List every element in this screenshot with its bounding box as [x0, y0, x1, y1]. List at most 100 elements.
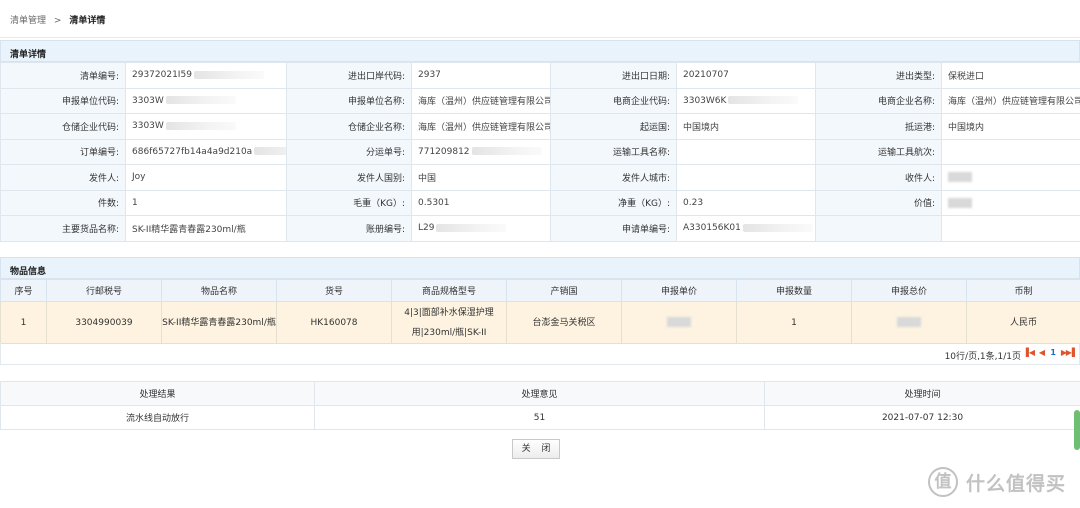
- detail-label: 订单编号:: [0, 138, 126, 165]
- detail-value-text: 20210707: [683, 70, 729, 81]
- detail-value: [676, 138, 816, 165]
- redacted-mask: [193, 70, 264, 79]
- detail-value: L29: [411, 215, 551, 242]
- scrollbar[interactable]: [1074, 410, 1080, 450]
- redacted-mask: [254, 147, 286, 156]
- detail-label: 进出口日期:: [550, 62, 677, 89]
- watermark: 值 什么值得买: [927, 464, 1066, 500]
- detail-value: [941, 189, 1080, 216]
- redacted-mask: [436, 223, 507, 232]
- detail-label: 抵运港:: [815, 113, 942, 140]
- goods-cell: 人民币: [966, 301, 1080, 344]
- detail-row: 订单编号: 686f65727fb14a4a9d210a 分运单号: 77120981…: [0, 138, 1080, 165]
- detail-value: 20210707: [676, 62, 816, 89]
- redacted-mask: [667, 317, 691, 327]
- redacted-mask: [471, 147, 542, 156]
- result-cell: 2021-07-07 12:30: [764, 405, 1080, 430]
- last-page-icon[interactable]: ▶▌: [1066, 348, 1078, 357]
- detail-value: 0.23: [676, 189, 816, 216]
- detail-value-text: 海库（温州）供应链管理有限公司: [418, 97, 551, 108]
- detail-label: 进出口岸代码:: [286, 62, 412, 89]
- detail-value: 中国: [411, 164, 551, 191]
- detail-value: 海库（温州）供应链管理有限公司: [941, 87, 1080, 114]
- detail-label: 毛重（KG）:: [286, 189, 412, 216]
- detail-value-text: SK-II精华露青春露230ml/瓶: [132, 224, 246, 235]
- detail-panel-title: 清单详情: [0, 40, 1080, 62]
- result-column-header: 处理时间: [764, 381, 1080, 406]
- goods-column-header: 申报单价: [621, 279, 737, 302]
- goods-column-header: 申报数量: [736, 279, 852, 302]
- detail-label: 起运国:: [550, 113, 677, 140]
- goods-table: 序号 行邮税号 物品名称 货号 商品规格型号 产销国 申报单价 申报数量 申报总价 币制 1 330…: [0, 279, 1080, 344]
- goods-column-header: 申报总价: [851, 279, 967, 302]
- detail-value: 海库（温州）供应链管理有限公司: [411, 113, 551, 140]
- detail-value: 1: [125, 189, 287, 216]
- detail-label: 电商企业代码:: [550, 87, 677, 114]
- goods-cell: [851, 301, 967, 344]
- goods-cell: 3304990039: [46, 301, 162, 344]
- detail-label: 电商企业名称:: [815, 87, 942, 114]
- result-table: 处理结果 处理意见 处理时间 流水线自动放行 51 2021-07-07 12:30: [0, 381, 1080, 430]
- goods-column-header: 商品规格型号: [391, 279, 507, 302]
- detail-value: 保税进口: [941, 62, 1080, 89]
- goods-column-header: 序号: [0, 279, 47, 302]
- goods-column-header: 物品名称: [161, 279, 277, 302]
- detail-row: 件数: 1 毛重（KG）: 0.5301 净重（KG）: 0.23 价值:: [0, 189, 1080, 216]
- result-column-header: 处理意见: [314, 381, 765, 406]
- detail-value: 686f65727fb14a4a9d210a: [125, 138, 287, 165]
- detail-value: SK-II精华露青春露230ml/瓶: [125, 215, 287, 242]
- redacted-mask: [948, 172, 972, 182]
- current-page-number[interactable]: 1: [1050, 348, 1056, 357]
- goods-cell: 1: [736, 301, 852, 344]
- breadcrumb-separator: >: [53, 16, 62, 26]
- detail-label: 运输工具名称:: [550, 138, 677, 165]
- detail-value: 2937: [411, 62, 551, 89]
- goods-column-header: 产销国: [506, 279, 622, 302]
- watermark-text: 什么值得买: [965, 472, 1066, 495]
- table-row: 流水线自动放行 51 2021-07-07 12:30: [0, 405, 1080, 430]
- result-cell: 流水线自动放行: [0, 405, 315, 430]
- detail-label: 清单编号:: [0, 62, 126, 89]
- detail-value: A330156K01: [676, 215, 816, 242]
- detail-value-text: 保税进口: [948, 71, 985, 82]
- detail-value: 中国境内: [941, 113, 1080, 140]
- detail-label: [815, 215, 942, 242]
- breadcrumb: 清单管理 > 清单详情: [0, 0, 1080, 38]
- prev-page-icon[interactable]: ◀: [1039, 348, 1045, 357]
- breadcrumb-parent-link[interactable]: 清单管理: [10, 16, 46, 26]
- detail-value-text: 771209812: [418, 146, 470, 157]
- detail-value-text: 3303W6K: [683, 95, 727, 106]
- detail-label: 发件人国别:: [286, 164, 412, 191]
- table-row[interactable]: 1 3304990039 SK-II精华露青春露230ml/瓶 HK160078 4|3…: [0, 301, 1080, 344]
- detail-value-text: 3303W: [132, 121, 164, 132]
- detail-label: 净重（KG）:: [550, 189, 677, 216]
- detail-value: [676, 164, 816, 191]
- redacted-mask: [165, 121, 236, 130]
- detail-row: 仓储企业代码: 3303W 仓储企业名称: 海库（温州）供应链管理有限公司 起运国: 中国…: [0, 113, 1080, 140]
- goods-cell: [621, 301, 737, 344]
- detail-row: 主要货品名称: SK-II精华露青春露230ml/瓶 账册编号: L29 申请单编号: A…: [0, 215, 1080, 242]
- detail-label: 申请单编号:: [550, 215, 677, 242]
- detail-value-text: 海库（温州）供应链管理有限公司: [948, 97, 1080, 108]
- goods-cell: HK160078: [276, 301, 392, 344]
- detail-label: 件数:: [0, 189, 126, 216]
- detail-label: 运输工具航次:: [815, 138, 942, 165]
- pager-summary: 10行/页,1条,1/1页: [944, 352, 1021, 362]
- detail-label: 分运单号:: [286, 138, 412, 165]
- detail-label: 收件人:: [815, 164, 942, 191]
- detail-label: 发件人城市:: [550, 164, 677, 191]
- detail-label: 进出类型:: [815, 62, 942, 89]
- detail-value: 3303W: [125, 87, 287, 114]
- detail-value: 中国境内: [676, 113, 816, 140]
- goods-cell: 1: [0, 301, 47, 344]
- pager: 10行/页,1条,1/1页 ▐◀ ◀ 1 ▶ ▶▌: [0, 343, 1080, 365]
- redacted-mask: [742, 223, 813, 232]
- redacted-mask: [728, 96, 799, 105]
- goods-column-header: 货号: [276, 279, 392, 302]
- detail-value-text: 2937: [418, 70, 441, 81]
- first-page-icon[interactable]: ▐◀: [1023, 348, 1035, 357]
- detail-label: 价值:: [815, 189, 942, 216]
- close-button[interactable]: 关 闭: [512, 439, 560, 459]
- detail-value-text: 海库（温州）供应链管理有限公司: [418, 122, 551, 133]
- detail-label: 主要货品名称:: [0, 215, 126, 242]
